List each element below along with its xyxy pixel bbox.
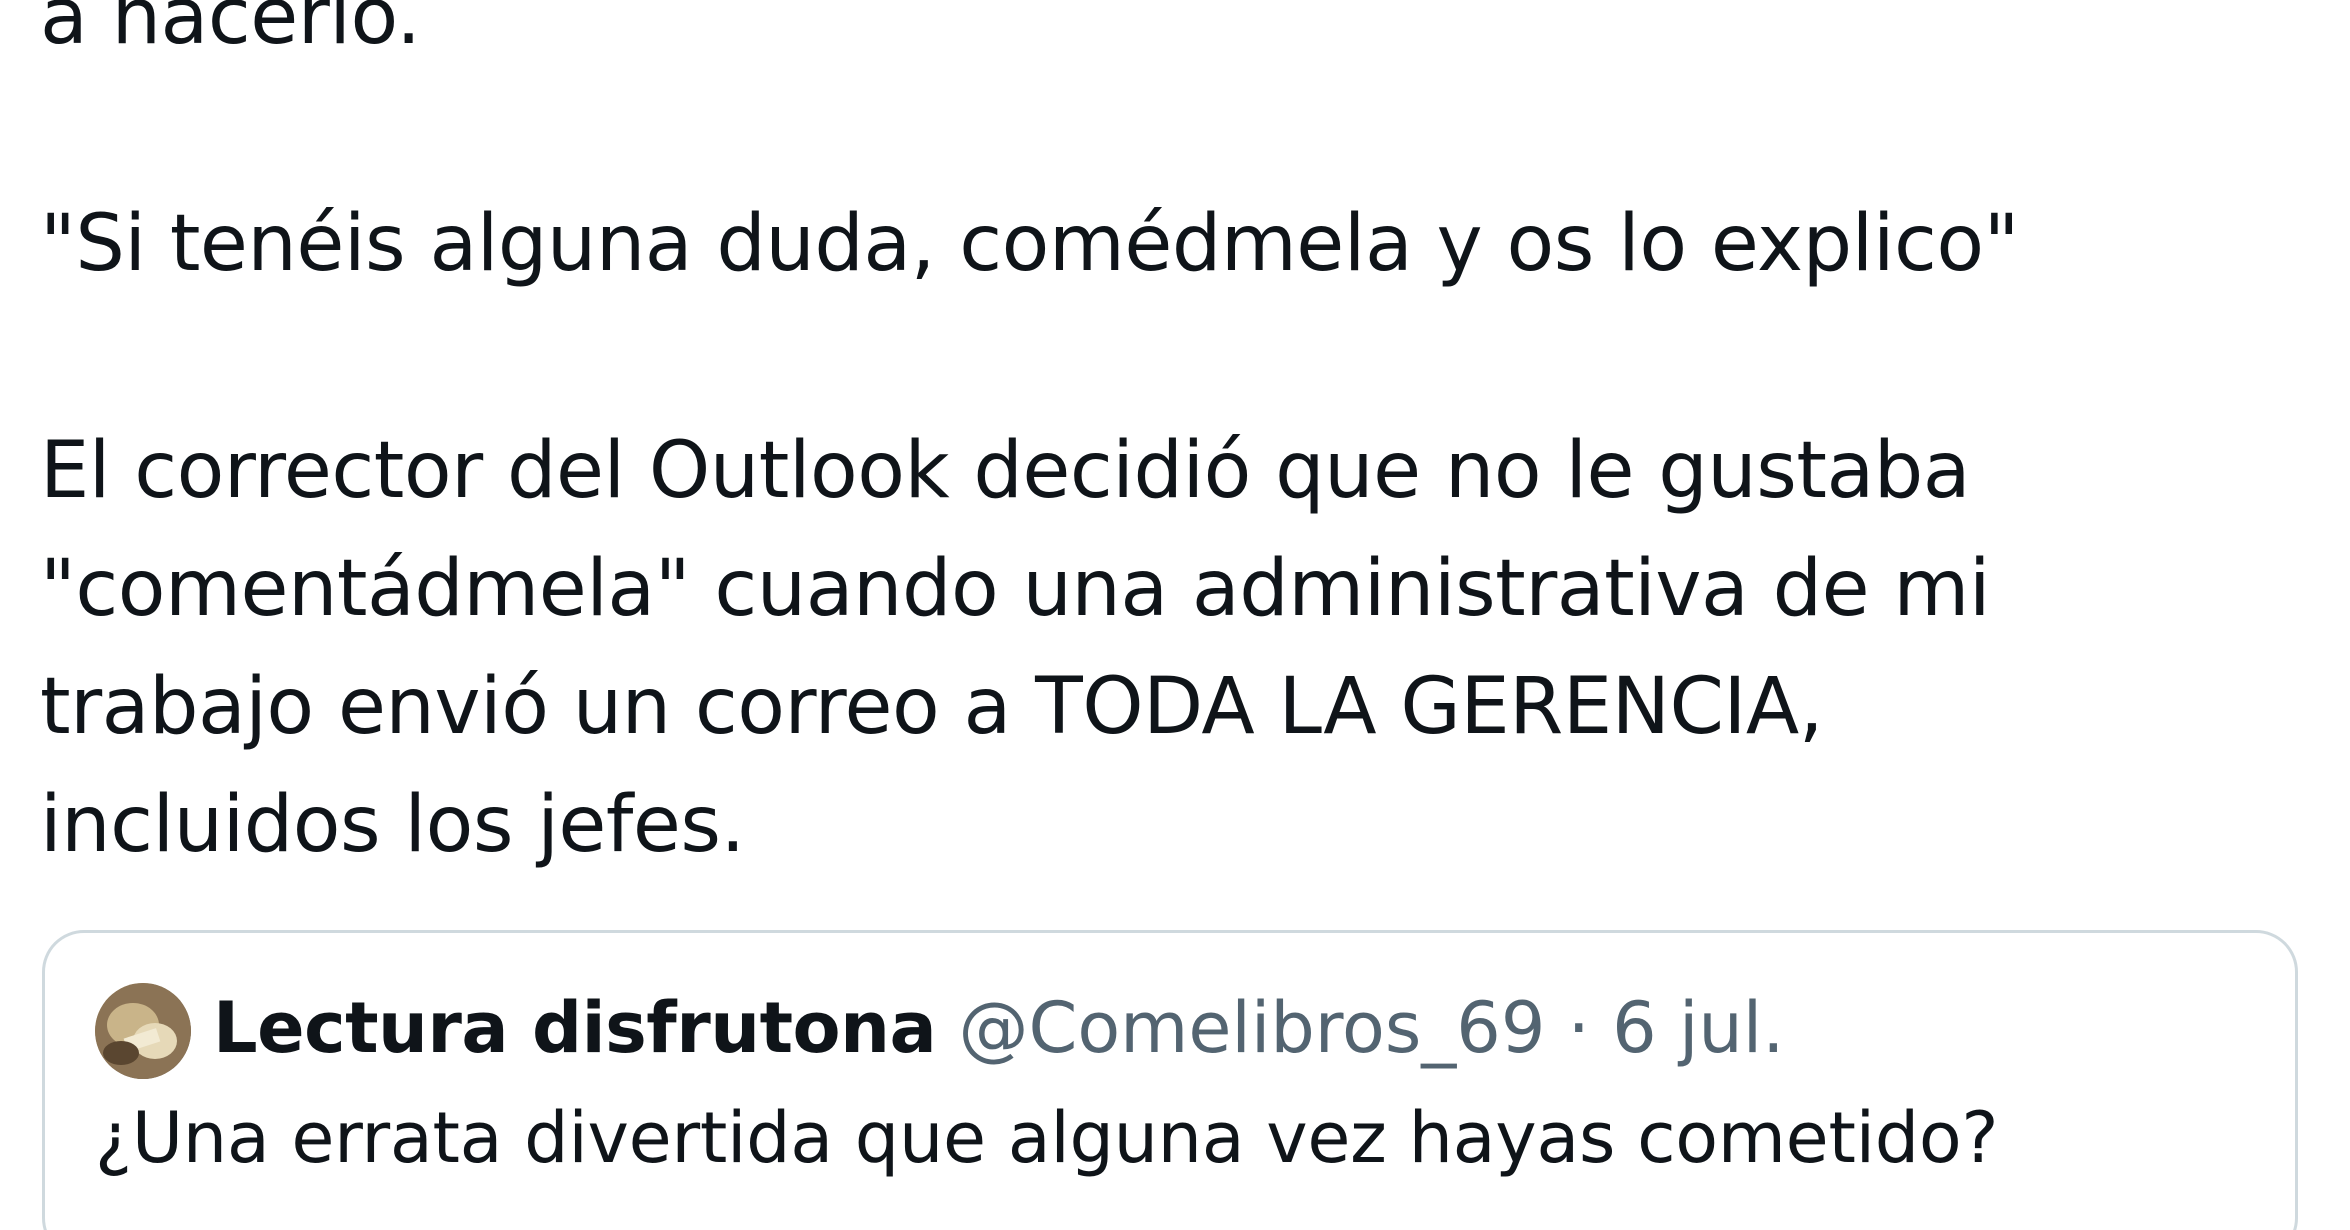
tweet-text-line: "comentádmela" cuando una administrativa… bbox=[40, 544, 1991, 634]
quoted-tweet-text: ¿Una errata divertida que alguna vez hay… bbox=[95, 1097, 1999, 1179]
tweet-date[interactable]: 6 jul. bbox=[1612, 987, 1784, 1069]
quoted-tweet-header: Lectura disfrutona @Comelibros_69 · 6 ju… bbox=[213, 993, 1784, 1063]
tweet-text-line: incluidos los jefes. bbox=[40, 780, 745, 870]
tweet-text-line: trabajo envió un correo a TODA LA GERENC… bbox=[40, 662, 1824, 752]
author-name[interactable]: Lectura disfrutona bbox=[213, 987, 937, 1069]
avatar-image-icon bbox=[95, 983, 191, 1079]
quoted-tweet-card[interactable]: Lectura disfrutona @Comelibros_69 · 6 ju… bbox=[42, 930, 2298, 1230]
tweet-text-line: El corrector del Outlook decidió que no … bbox=[40, 426, 1971, 516]
tweet-text-line: "Si tenéis alguna duda, comédmela y os l… bbox=[40, 199, 2019, 289]
author-handle[interactable]: @Comelibros_69 bbox=[958, 987, 1545, 1069]
tweet-text-line: a hacerlo. bbox=[40, 0, 421, 62]
avatar[interactable] bbox=[95, 983, 191, 1079]
separator-dot: · bbox=[1567, 987, 1590, 1069]
